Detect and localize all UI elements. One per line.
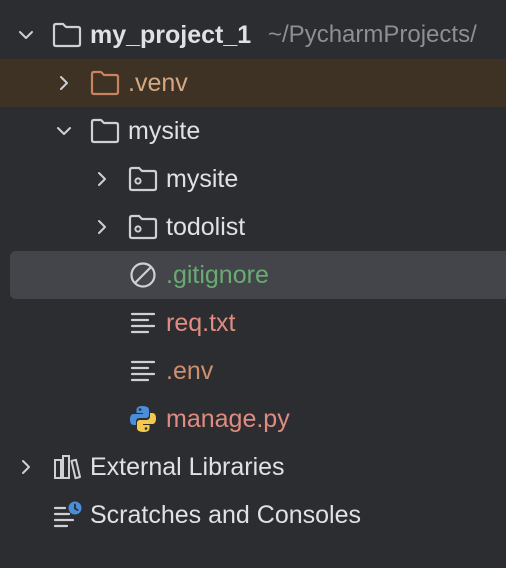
tree-row-mysite-folder[interactable]: mysite — [0, 107, 506, 155]
item-label: .venv — [128, 69, 188, 97]
tree-row-mysite-package[interactable]: mysite — [0, 155, 506, 203]
item-label: manage.py — [166, 405, 290, 433]
item-label: .gitignore — [166, 261, 269, 289]
tree-row-gitignore[interactable]: .gitignore — [10, 251, 506, 299]
item-label: mysite — [166, 165, 239, 193]
item-label: Scratches and Consoles — [90, 501, 361, 529]
tree-row-env[interactable]: .env — [0, 347, 506, 395]
tree-row-scratches[interactable]: Scratches and Consoles — [0, 491, 506, 539]
chevron-right-icon[interactable] — [90, 167, 114, 191]
chevron-right-icon[interactable] — [14, 455, 38, 479]
project-tree: my_project_1 ~/PycharmProjects/ .venv my… — [0, 0, 506, 568]
chevron-down-icon[interactable] — [14, 23, 38, 47]
tree-row-external-libraries[interactable]: External Libraries — [0, 443, 506, 491]
gitignore-icon — [127, 259, 159, 291]
folder-icon — [89, 115, 121, 147]
item-label: todolist — [166, 213, 246, 241]
text-file-icon — [127, 307, 159, 339]
chevron-down-icon[interactable] — [52, 119, 76, 143]
tree-row-manage-py[interactable]: manage.py — [0, 395, 506, 443]
project-name: my_project_1 — [90, 21, 252, 49]
tree-row-req-txt[interactable]: req.txt — [0, 299, 506, 347]
python-file-icon — [127, 403, 159, 435]
folder-icon — [51, 19, 83, 51]
item-label: mysite — [128, 117, 201, 145]
scratches-icon — [51, 499, 83, 531]
item-label: req.txt — [166, 309, 236, 337]
chevron-right-icon[interactable] — [52, 71, 76, 95]
tree-row-root[interactable]: my_project_1 ~/PycharmProjects/ — [0, 11, 506, 59]
chevron-right-icon[interactable] — [90, 215, 114, 239]
package-folder-icon — [127, 211, 159, 243]
package-folder-icon — [127, 163, 159, 195]
text-file-icon — [127, 355, 159, 387]
libraries-icon — [51, 451, 83, 483]
tree-row-venv[interactable]: .venv — [0, 59, 506, 107]
item-label: External Libraries — [90, 453, 285, 481]
item-label: .env — [166, 357, 214, 385]
tree-row-todolist-package[interactable]: todolist — [0, 203, 506, 251]
excluded-folder-icon — [89, 67, 121, 99]
project-path-hint: ~/PycharmProjects/ — [268, 21, 477, 48]
